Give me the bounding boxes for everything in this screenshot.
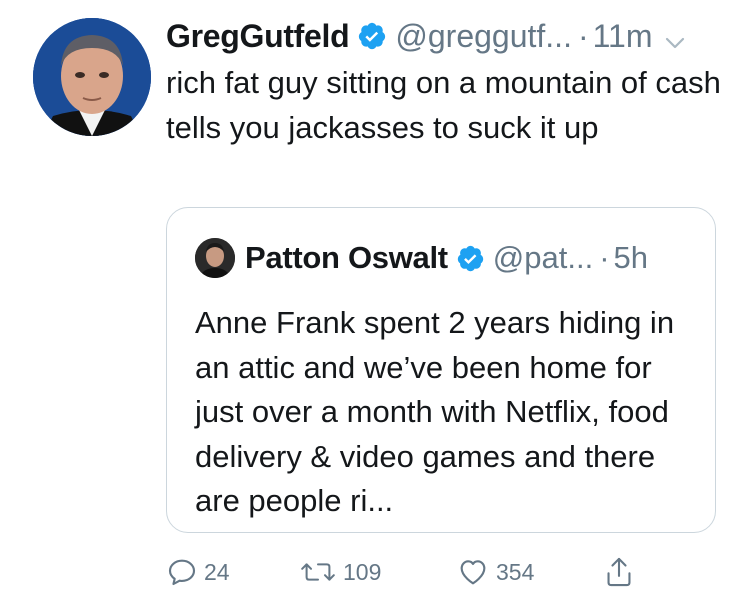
share-button[interactable] <box>603 552 641 592</box>
reply-count: 24 <box>204 558 230 585</box>
quoted-tweet-text: Anne Frank spent 2 years hiding in an at… <box>195 305 675 518</box>
retweet-icon <box>301 563 335 581</box>
chevron-down-icon[interactable] <box>664 25 686 49</box>
quoted-author-handle[interactable]: @pat... <box>493 240 593 276</box>
separator-dot: · <box>599 240 610 275</box>
reply-button[interactable]: 24 <box>166 552 230 592</box>
tweet-timestamp[interactable]: 11m <box>593 18 653 55</box>
author-handle[interactable]: @greggutf... <box>395 18 572 55</box>
separator-dot: · <box>577 17 589 54</box>
tweet-header: GregGutfeld @greggutf... · 11m <box>166 14 686 58</box>
heart-icon <box>460 560 486 585</box>
verified-badge-icon <box>456 244 485 273</box>
tweet-actions: 24 109 354 <box>166 552 726 592</box>
author-avatar-image <box>33 18 151 136</box>
quoted-tweet[interactable]: Patton Oswalt @pat... · 5h Anne Frank sp… <box>166 207 716 533</box>
quoted-author-avatar <box>195 238 235 278</box>
reply-icon <box>168 559 196 586</box>
quoted-author-name[interactable]: Patton Oswalt <box>245 240 448 276</box>
quoted-tweet-timestamp[interactable]: 5h <box>614 240 648 276</box>
author-name[interactable]: GregGutfeld <box>166 18 350 55</box>
like-count: 354 <box>496 558 535 585</box>
retweet-button[interactable]: 109 <box>299 552 381 592</box>
quoted-tweet-header: Patton Oswalt @pat... · 5h <box>195 238 648 278</box>
tweet[interactable]: GregGutfeld @greggutf... · 11m rich fat … <box>0 0 750 602</box>
like-button[interactable]: 354 <box>456 552 534 592</box>
share-icon <box>607 557 631 587</box>
verified-badge-icon <box>357 21 387 51</box>
retweet-count: 109 <box>343 558 382 585</box>
author-avatar[interactable] <box>33 18 151 136</box>
tweet-text: rich fat guy sitting on a mountain of ca… <box>166 65 721 145</box>
